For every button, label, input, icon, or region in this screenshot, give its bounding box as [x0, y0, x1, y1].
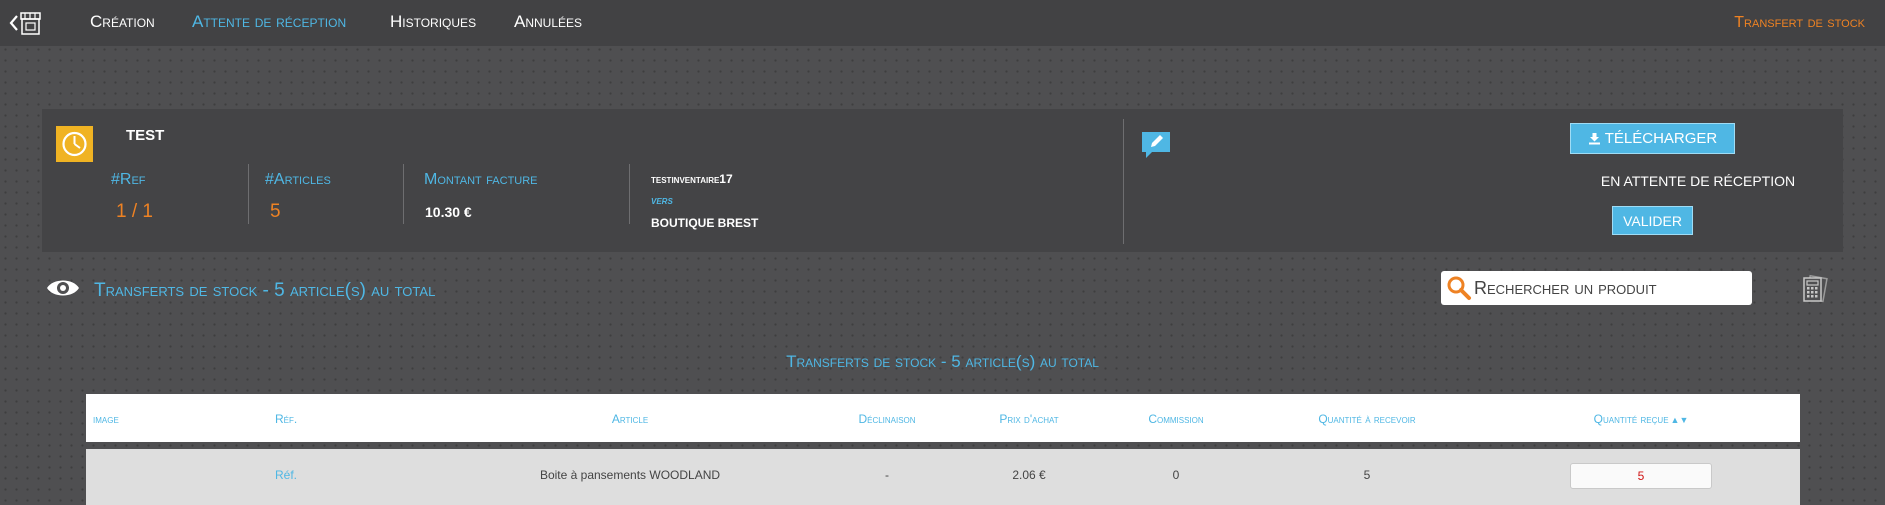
validate-button[interactable]: Valider — [1612, 206, 1693, 235]
ref-value: 1 / 1 — [116, 201, 153, 222]
divider — [629, 164, 630, 224]
articles-label: #Articles — [265, 171, 331, 188]
amount-label: Montant facture — [424, 171, 538, 188]
transfer-direction: vers — [651, 195, 673, 207]
amount-value: 10.30 € — [425, 204, 472, 220]
search-icon — [1447, 276, 1471, 300]
quantite-recue-input[interactable] — [1570, 463, 1712, 489]
nav-tab-historiques[interactable]: Historiques — [390, 12, 476, 32]
column-header-image: image — [93, 412, 119, 426]
clock-icon — [62, 131, 87, 157]
cell-ref-link[interactable]: Réf. — [275, 468, 297, 482]
search-input[interactable] — [1474, 277, 1744, 299]
column-header-declinaison: Déclinaison — [858, 412, 916, 426]
column-header-quantite-recue[interactable]: Quantité reçue ▲▼ — [1594, 412, 1689, 426]
column-header-prix-achat: Prix d'achat — [999, 412, 1059, 426]
column-header-commission: Commission — [1148, 412, 1204, 426]
product-search — [1441, 271, 1752, 305]
nav-tab-creation[interactable]: Création — [90, 12, 155, 32]
column-header-ref: Réf. — [275, 412, 298, 426]
divider — [403, 164, 404, 224]
cell-quantite-a-recevoir: 5 — [1363, 468, 1371, 482]
module-title: Transfert de stock — [1734, 14, 1865, 31]
chevron-left-icon — [9, 12, 41, 35]
cell-prix-achat: 2.06 € — [1012, 468, 1046, 482]
download-button[interactable]: Télécharger — [1570, 123, 1735, 154]
shop-icon — [20, 12, 41, 35]
column-header-quantite-a-recevoir: Quantité à recevoir — [1318, 412, 1416, 426]
transfer-info-panel: TEST #Ref 1 / 1 #Articles 5 Montant fact… — [42, 109, 1843, 252]
divider — [248, 164, 249, 224]
cell-declinaison: - — [885, 468, 889, 482]
ref-label: #Ref — [111, 171, 146, 188]
top-nav-bar: Création Attente de réception Historique… — [0, 0, 1885, 46]
calculator-icon[interactable] — [1800, 274, 1830, 304]
divider — [1123, 119, 1124, 244]
nav-tab-annulees[interactable]: Annulées — [514, 12, 582, 32]
download-icon — [1588, 133, 1600, 145]
status-text: En attente de réception — [1600, 173, 1796, 189]
table-row: Réf. Boite à pansements WOODLAND - 2.06 … — [86, 449, 1800, 505]
nav-tab-attente-reception[interactable]: Attente de réception — [192, 12, 346, 32]
sort-arrows-icon[interactable]: ▲▼ — [1671, 415, 1689, 425]
comment-edit-icon[interactable] — [1140, 130, 1172, 160]
back-to-shop-button[interactable] — [6, 9, 44, 37]
download-button-label: Télécharger — [1604, 130, 1718, 147]
table-header: image Réf. Article Déclinaison Prix d'ac… — [86, 394, 1800, 442]
transfer-from: testinventaire17 — [651, 172, 733, 186]
section-title: Transferts de stock - 5 article(s) au to… — [94, 280, 436, 301]
cell-commission: 0 — [1172, 468, 1180, 482]
transfer-name: TEST — [126, 127, 165, 144]
column-header-quantite-recue-label: Quantité reçue — [1593, 412, 1669, 426]
eye-icon[interactable] — [46, 277, 80, 299]
articles-value: 5 — [270, 201, 281, 222]
clock-badge — [56, 126, 93, 162]
column-header-article: Article — [611, 412, 649, 426]
table-title: Transferts de stock - 5 article(s) au to… — [786, 352, 1099, 371]
cell-article: Boite à pansements WOODLAND — [539, 468, 721, 482]
transfer-to: BOUTIQUE BREST — [651, 216, 759, 230]
